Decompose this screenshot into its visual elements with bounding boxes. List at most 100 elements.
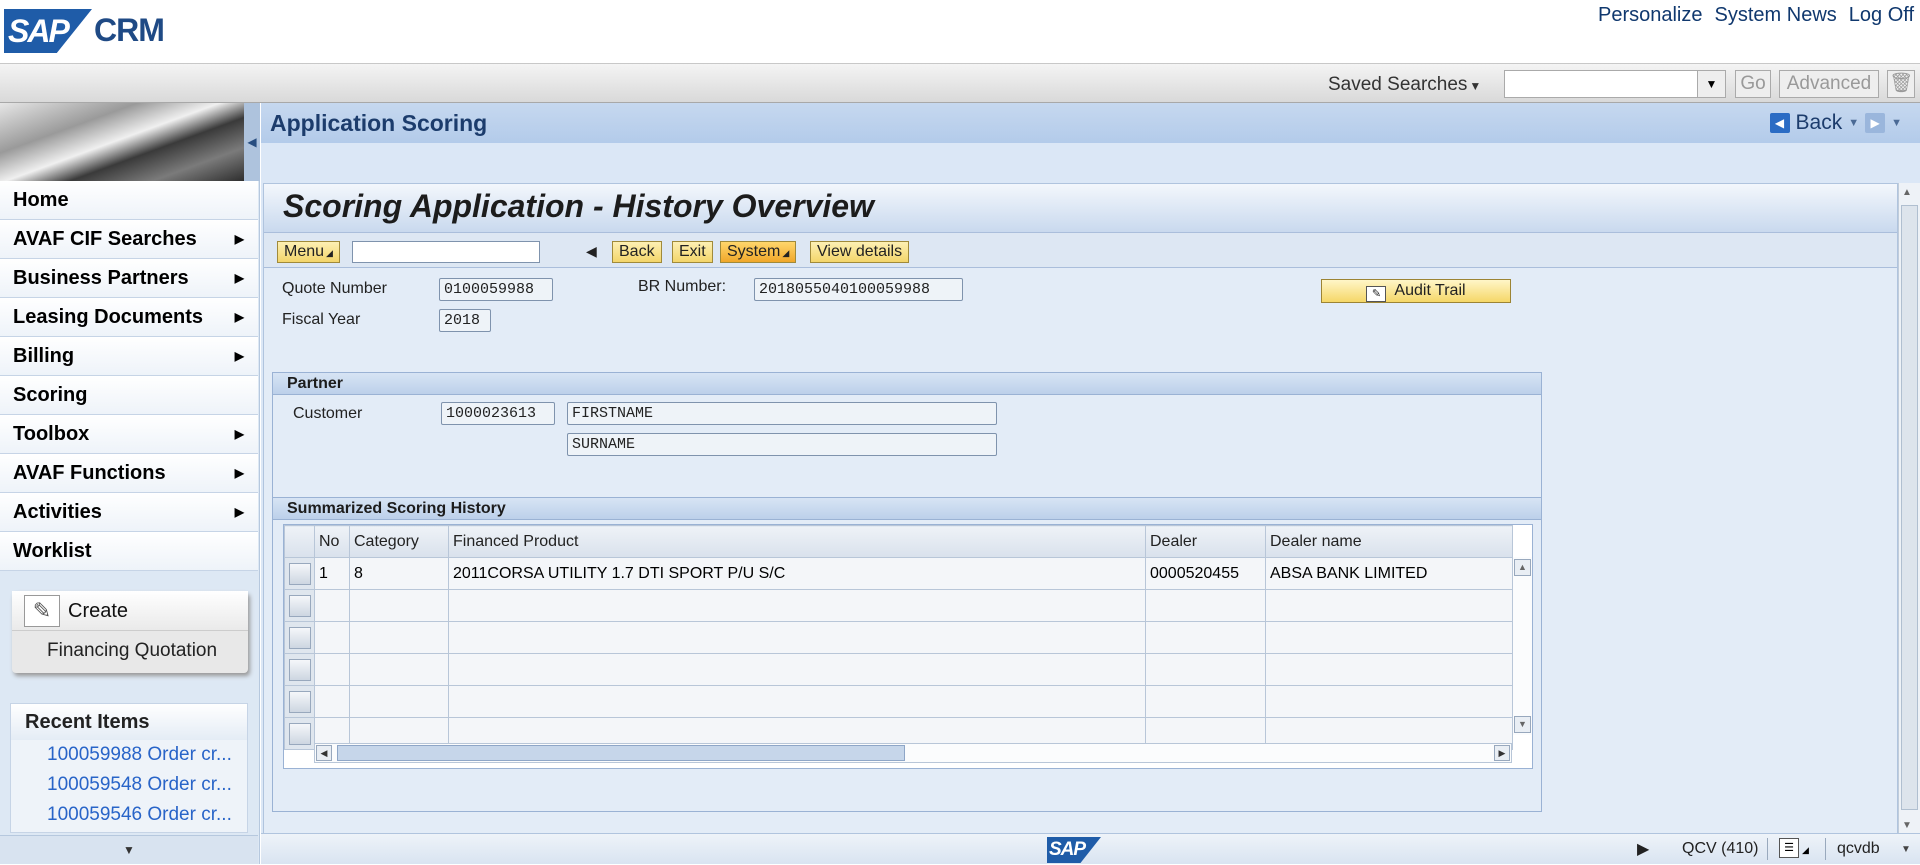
row-selector[interactable] [284,621,315,654]
recent-items-panel: Recent Items 100059988 Order cr... 10005… [10,703,248,833]
table-row[interactable] [284,589,1513,622]
view-details-button[interactable]: View details [810,241,910,263]
pencil-icon: ✎ [24,595,60,627]
create-financing-quotation-link[interactable]: Financing Quotation [12,631,248,671]
row-selector[interactable] [284,653,315,686]
recent-items-title: Recent Items [11,704,247,740]
forward-history-caret-icon[interactable]: ▼ [1891,117,1902,129]
cell-category [349,653,449,686]
menu-button[interactable]: Menu ◢ [277,241,340,263]
forward-arrow-icon[interactable]: ▶ [1865,113,1886,133]
scroll-left-icon[interactable]: ◀ [316,745,332,761]
navigation-panel: ◀ Home AVAF CIF Searches ▶ Business Partn… [0,103,260,864]
back-arrow-icon[interactable]: ◀ [1769,113,1790,133]
nav-item-toolbox[interactable]: Toolbox ▶ [0,415,258,454]
nav-item-billing[interactable]: Billing ▶ [0,337,258,376]
nav-scroll-down-icon[interactable]: ▼ [0,835,258,864]
column-header-category[interactable]: Category [349,525,449,558]
play-icon[interactable]: ▶ [1637,839,1649,859]
go-button[interactable]: Go [1735,70,1771,98]
recent-item[interactable]: 100059548 Order cr... [11,770,247,800]
saved-searches-dropdown[interactable]: Saved Searches ▼ [1328,74,1481,96]
status-bar: SAP ▶ QCV (410) ☰ ◢ qcvdb ▼ [261,833,1920,864]
page-vertical-scrollbar[interactable]: ▲ ▼ [1898,183,1920,835]
table-horizontal-scrollbar[interactable]: ◀ ▶ [314,743,1512,763]
nav-item-activities[interactable]: Activities ▶ [0,493,258,532]
back-link[interactable]: Back [1796,111,1843,135]
scroll-up-icon[interactable]: ▲ [1514,559,1531,576]
recent-item[interactable]: 100059988 Order cr... [11,740,247,770]
scroll-right-icon[interactable]: ▶ [1494,745,1510,761]
exit-button[interactable]: Exit [672,241,713,263]
table-row[interactable]: 1 8 2011CORSA UTILITY 1.7 DTI SPORT P/U … [284,557,1513,590]
nav-item-avaf-cif-searches[interactable]: AVAF CIF Searches ▶ [0,220,258,259]
status-divider [1825,838,1826,860]
table-row[interactable] [284,653,1513,686]
system-news-link[interactable]: System News [1715,4,1837,27]
recent-item[interactable]: 100059546 Order cr... [11,800,247,830]
page-scroll-down-icon[interactable]: ▼ [1902,820,1912,831]
row-selector[interactable] [284,685,315,718]
search-bar: Saved Searches ▼ ▼ Go Advanced 🗑 [0,63,1920,103]
back-button[interactable]: Back [612,241,662,263]
row-select-button[interactable] [288,594,311,617]
host-info: qcvdb [1837,840,1880,857]
fiscal-year-field[interactable]: 2018 [439,309,491,332]
status-dropdown-icon[interactable]: ▼ [1901,844,1911,855]
nav-item-avaf-functions[interactable]: AVAF Functions ▶ [0,454,258,493]
sap-logo: SAP [4,9,92,53]
select-all-header[interactable] [284,525,315,558]
horizontal-scroll-thumb[interactable] [337,745,905,761]
nav-item-leasing-documents[interactable]: Leasing Documents ▶ [0,298,258,337]
scroll-down-icon[interactable]: ▼ [1514,716,1531,733]
audit-trail-label: Audit Trail [1394,282,1466,299]
session-info-icon[interactable]: ☰ [1779,838,1799,858]
table-row[interactable] [284,621,1513,654]
page-title: Application Scoring [270,110,488,136]
nav-item-label: Business Partners [13,267,189,289]
personalize-link[interactable]: Personalize [1598,4,1703,27]
page-scroll-up-icon[interactable]: ▲ [1902,187,1912,198]
row-select-button[interactable] [288,690,311,713]
column-header-dealer-name[interactable]: Dealer name [1265,525,1513,558]
first-name-field[interactable]: FIRSTNAME [567,402,997,425]
nav-item-business-partners[interactable]: Business Partners ▶ [0,259,258,298]
system-caret-icon: ◢ [782,248,790,258]
chevron-right-icon: ▶ [234,466,244,480]
page-scroll-thumb[interactable] [1901,205,1918,810]
command-field[interactable] [352,241,540,263]
quote-number-field[interactable]: 0100059988 [439,278,553,301]
table-row[interactable] [284,685,1513,718]
partner-group-title: Partner [273,373,1541,395]
row-select-button[interactable] [288,626,311,649]
nav-item-home[interactable]: Home [0,181,258,220]
row-select-button[interactable] [288,562,311,585]
row-selector[interactable] [284,717,315,750]
br-number-field[interactable]: 2018055040100059988 [754,278,963,301]
table-vertical-scrollbar[interactable]: ▲ ▼ [1512,557,1532,735]
back-history-caret-icon[interactable]: ▼ [1848,117,1859,129]
advanced-button[interactable]: Advanced [1779,70,1879,98]
surname-field[interactable]: SURNAME [567,433,997,456]
column-header-dealer[interactable]: Dealer [1145,525,1266,558]
audit-trail-button[interactable]: ✎ Audit Trail [1321,279,1511,303]
nav-item-worklist[interactable]: Worklist [0,532,258,571]
trash-icon[interactable]: 🗑 [1887,70,1915,98]
customer-id-field[interactable]: 1000023613 [441,402,555,425]
collapse-toolbar-icon[interactable]: ◀ [586,243,597,260]
row-select-button[interactable] [288,658,311,681]
collapse-nav-icon[interactable]: ◀ [244,103,260,181]
dropdown-arrow-icon[interactable]: ▼ [1697,71,1725,97]
column-header-financed-product[interactable]: Financed Product [448,525,1146,558]
system-button[interactable]: System ◢ [720,241,797,263]
saved-searches-combo[interactable]: ▼ [1504,70,1726,98]
nav-item-label: AVAF Functions [13,462,166,484]
row-selector[interactable] [284,589,315,622]
log-off-link[interactable]: Log Off [1849,4,1914,27]
row-select-button[interactable] [288,722,311,745]
column-header-no[interactable]: No [314,525,350,558]
session-caret-icon[interactable]: ◢ [1802,845,1809,856]
nav-item-scoring[interactable]: Scoring [0,376,258,415]
gui-toolbar: Menu ◢ ◀ Back Exit System ◢ View details [264,232,1897,268]
row-selector[interactable] [284,557,315,590]
